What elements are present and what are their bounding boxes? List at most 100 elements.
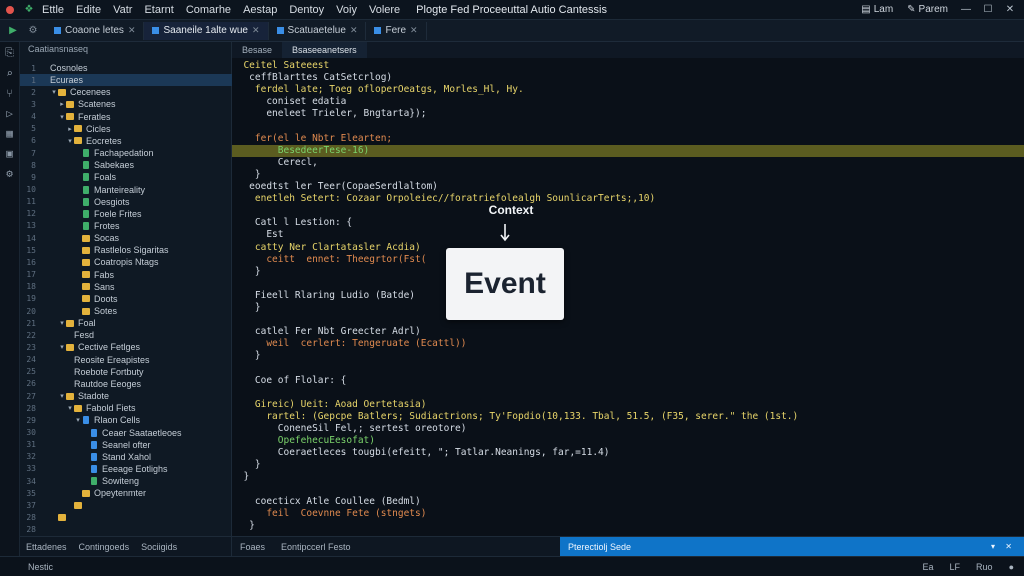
maximize-icon[interactable]: ☐ [980,4,996,15]
tree-item[interactable]: 15 Rastlelos Sigaritas [20,244,232,256]
chevron-right-icon[interactable]: ▸ [66,125,74,133]
tree-item[interactable]: 9 Foals [20,171,232,183]
run-debug-icon[interactable]: ▷ [3,106,17,120]
menu-item[interactable]: Ettle [36,4,70,16]
tree-item[interactable]: 22 Fesd [20,329,232,341]
tree-item[interactable]: 20 Sotes [20,305,232,317]
tree-item[interactable]: 4 ▾ Feratles [20,111,232,123]
source-control-icon[interactable]: ⑂ [3,86,17,100]
chevron-down-icon[interactable]: ▾ [66,137,74,145]
panel-tab[interactable]: Eontipccerl Festo [273,542,359,552]
tab-close-icon[interactable]: ✕ [128,25,136,36]
tree-item[interactable]: 28 ▾ Fabold Fiets [20,402,232,414]
tab-close-icon[interactable]: ✕ [350,25,358,36]
chevron-down-icon[interactable]: ▾ [74,416,82,424]
minimize-icon[interactable]: — [958,4,974,15]
tree-item[interactable]: 12 Foele Frites [20,208,232,220]
tree-item[interactable]: 28 [20,512,232,524]
tree-item[interactable]: 17 Fabs [20,269,232,281]
menu-item[interactable]: Etarnt [138,4,179,16]
tree-item[interactable]: 37 [20,499,232,511]
tree-item[interactable]: 24 Reosite Ereapistes [20,354,232,366]
tree-item[interactable]: 2 ▾ Cecenees [20,86,232,98]
close-window-icon[interactable] [6,5,14,14]
tree-item[interactable]: 1 Ecuraes [20,74,232,87]
tree-item-label: Cicles [86,123,111,134]
close-icon[interactable]: ✕ [1002,4,1018,15]
tree-item[interactable]: 28 [20,524,232,536]
tree-item[interactable]: 18 Sans [20,281,232,293]
chevron-down-icon[interactable]: ▾ [58,343,66,351]
tree-item[interactable]: 30 Ceaer Saataetleoes [20,427,232,439]
file-tab[interactable]: Coaone letes ✕ [46,21,145,40]
tree-item[interactable]: 8 Sabekaes [20,159,232,171]
tree-item[interactable]: 16 Coatropis Ntags [20,256,232,268]
file-tab[interactable]: Fere ✕ [366,21,427,40]
tree-item[interactable]: 34 Sowiteng [20,475,232,487]
tab-close-icon[interactable]: ✕ [252,25,260,36]
status-item[interactable]: ● [1009,562,1014,572]
tree-item[interactable]: 33 Eeeage Eotlighs [20,463,232,475]
tree-item[interactable]: 10 Manteireality [20,184,232,196]
chevron-down-icon[interactable]: ▾ [66,404,74,412]
menu-item[interactable]: Vatr [107,4,138,16]
tree-item[interactable]: 5 ▸ Cicles [20,123,232,135]
tree-item[interactable]: 6 ▾ Eocretes [20,135,232,147]
menu-item[interactable]: Dentoy [283,4,330,16]
sidebar-footer-tab[interactable]: Ettadenes [20,542,73,552]
status-item[interactable]: Ea [923,562,934,572]
search-icon[interactable]: ⌕ [3,66,17,80]
chevron-down-icon[interactable]: ▾ [58,113,66,121]
tab-close-icon[interactable]: ✕ [410,25,418,36]
tree-item[interactable]: 31 Seanel ofter [20,439,232,451]
tree-item[interactable]: 35 Opeytenmter [20,487,232,499]
tree-item[interactable]: 23 ▾ Cective Fetlges [20,341,232,353]
settings-gear-icon[interactable]: ⚙ [3,166,17,180]
menu-item[interactable]: Edite [70,4,107,16]
sidebar-footer-tab[interactable]: Sociigids [135,542,183,552]
tree-item[interactable]: 1 Cosnoles [20,62,232,74]
panel-tab-active[interactable]: Pterectiolj Sede ▾ ✕ [560,537,1024,556]
code-text: Cerecl, [232,156,318,168]
account-button[interactable]: ▤ Lam [857,3,897,17]
code-editor[interactable]: Ceitel Sateeest ceffBlarttes CatSetcrlog… [232,58,1024,536]
menu-item[interactable]: Aestap [237,4,283,16]
tree-item[interactable]: 32 Stand Xahol [20,451,232,463]
tree-item[interactable]: 11 Oesgiots [20,196,232,208]
explorer-icon[interactable]: ⎘ [3,46,17,60]
tree-item[interactable]: 14 Socas [20,232,232,244]
panel-controls-icon[interactable]: ▾ ✕ [991,542,1024,551]
chevron-down-icon[interactable]: ▾ [50,88,58,96]
menu-item[interactable]: Voiy [330,4,363,16]
menu-item[interactable]: Comarhe [180,4,237,16]
debug-icon[interactable]: ⚙ [26,24,40,38]
run-icon[interactable]: ▶ [6,24,20,38]
status-bar: Nestic Ea LF Ruo ● [0,556,1024,576]
file-tab[interactable]: Scatuaetelue ✕ [269,21,367,40]
tree-item[interactable]: 7 Fachapedation [20,147,232,159]
settings-button[interactable]: ✎ Parem [903,3,952,17]
tree-item[interactable]: 25 Roebote Fortbuty [20,366,232,378]
tree-item[interactable]: 29 ▾ Rlaon Cells [20,414,232,426]
sidebar-footer-tab[interactable]: Contingoeds [73,542,136,552]
tree-item[interactable]: 19 Doots [20,293,232,305]
menu-item[interactable]: Volere [363,4,406,16]
terminal-icon[interactable]: ▣ [3,146,17,160]
tree-item[interactable]: 26 Rautdoe Eeoges [20,378,232,390]
extensions-icon[interactable]: ▦ [3,126,17,140]
file-tab[interactable]: Saaneile 1alte wue ✕ [144,21,269,40]
editor-tab[interactable]: Besase [232,42,282,58]
code-line: eoedtst ler Teer(CopaeSerdlaltom) [232,181,1024,193]
status-item[interactable]: Ruo [976,562,993,572]
status-item[interactable]: LF [950,562,961,572]
tree-item[interactable]: 27 ▾ Stadote [20,390,232,402]
tree-item[interactable]: 21 ▾ Foal [20,317,232,329]
panel-tab[interactable]: Foaes [232,542,273,552]
editor-tab[interactable]: Bsaseeanetsers [282,42,367,58]
chevron-down-icon[interactable]: ▾ [58,319,66,327]
chevron-down-icon[interactable]: ▾ [58,392,66,400]
tree-item[interactable]: 13 Frotes [20,220,232,232]
tree-item[interactable]: 3 ▸ Scatenes [20,98,232,110]
chevron-right-icon[interactable]: ▸ [58,100,66,108]
